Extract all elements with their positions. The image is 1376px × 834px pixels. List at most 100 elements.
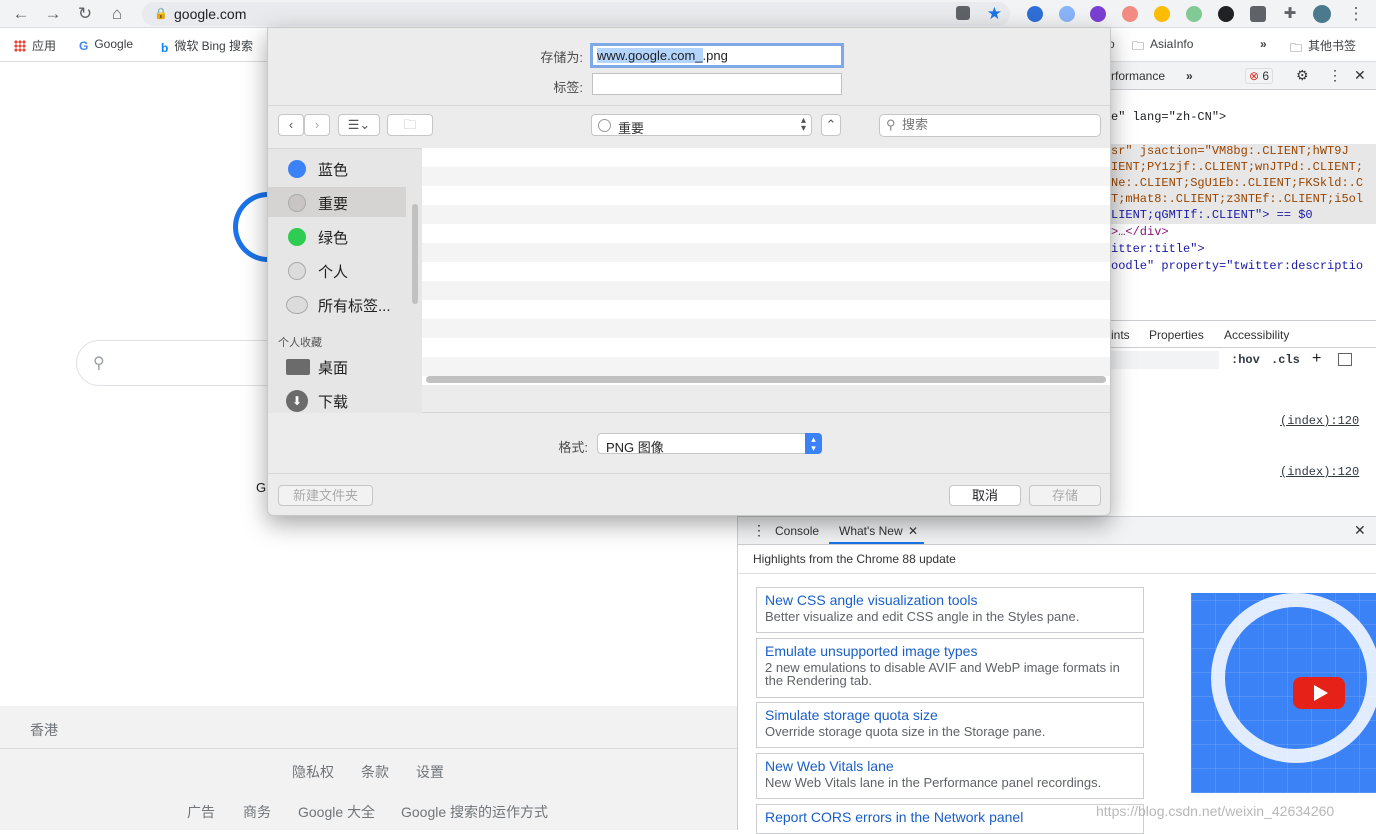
collapse-button[interactable]: ⌃ bbox=[821, 114, 841, 136]
extension-vue-icon[interactable] bbox=[1027, 6, 1043, 22]
dom-node-line[interactable]: oodle" property="twitter:descriptio bbox=[1111, 259, 1363, 275]
save-button[interactable]: 存储 bbox=[1029, 485, 1101, 506]
bookmark-bing[interactable]: b 微软 Bing 搜索 bbox=[161, 37, 253, 55]
bookmark-asiainfo[interactable]: 🗀 AsiaInfo bbox=[1132, 37, 1193, 58]
save-as-field[interactable]: www.google.com_.png bbox=[590, 43, 844, 68]
sidebar-item-downloads[interactable]: ⬇ 下载 bbox=[268, 385, 406, 415]
dom-node-line[interactable]: e" lang="zh-CN"> bbox=[1111, 110, 1226, 126]
dom-node-line[interactable]: itter:title"> bbox=[1111, 242, 1205, 258]
bookmark-other[interactable]: 🗀 其他书签 bbox=[1290, 37, 1356, 60]
new-style-rule-button[interactable]: + bbox=[1312, 350, 1321, 368]
sidebar-item-desktop[interactable]: 桌面 bbox=[268, 351, 406, 381]
dom-node-line[interactable]: >…</div> bbox=[1111, 225, 1169, 241]
url-text[interactable]: google.com bbox=[174, 6, 246, 22]
tab-accessibility[interactable]: Accessibility bbox=[1224, 328, 1289, 342]
extension-icon[interactable] bbox=[1218, 6, 1234, 22]
search-input[interactable]: ⚲ bbox=[76, 340, 296, 386]
view-mode-button[interactable]: ☰⌄ bbox=[338, 114, 380, 136]
new-folder-button[interactable]: 新建文件夹 bbox=[278, 485, 373, 506]
dom-node-line[interactable]: IENT;PY1zjf:.CLIENT;wnJTPd:.CLIENT; bbox=[1111, 160, 1376, 176]
sidebar-scrollbar[interactable] bbox=[412, 204, 418, 304]
toggle-sidebar-icon[interactable] bbox=[1338, 353, 1352, 366]
sidebar-item-personal[interactable]: 个人 bbox=[268, 255, 406, 285]
file-list[interactable] bbox=[422, 148, 1110, 385]
style-source-link[interactable]: (index):120 bbox=[1280, 414, 1359, 428]
extension-icon[interactable] bbox=[1250, 6, 1266, 22]
feature-card[interactable]: New CSS angle visualization tools Better… bbox=[756, 587, 1144, 633]
extension-icon[interactable] bbox=[1122, 6, 1138, 22]
format-select[interactable]: PNG 图像 ▴ ▾ bbox=[597, 433, 822, 455]
settings-gear-icon[interactable]: ⚙ bbox=[1296, 67, 1309, 84]
divider bbox=[738, 573, 1376, 574]
forward-nav-button[interactable]: › bbox=[304, 114, 330, 136]
tab-console[interactable]: Console bbox=[775, 524, 819, 538]
extension-icon[interactable] bbox=[1154, 6, 1170, 22]
close-drawer-icon[interactable]: ✕ bbox=[1354, 522, 1366, 539]
feature-title[interactable]: Emulate unsupported image types bbox=[765, 643, 1135, 659]
tab-whats-new[interactable]: What's New bbox=[839, 524, 903, 538]
tab-performance[interactable]: rformance bbox=[1111, 69, 1165, 83]
sidebar-item-important[interactable]: 重要 bbox=[268, 187, 406, 217]
forward-arrow-icon[interactable]: → bbox=[43, 4, 63, 24]
more-tabs-button[interactable]: » bbox=[1186, 69, 1193, 83]
sidebar-item-label: 蓝色 bbox=[318, 162, 349, 179]
dom-node-line[interactable]: sr" jsaction="VM8bg:.CLIENT;hWT9J bbox=[1111, 144, 1376, 160]
footer-link-settings[interactable]: 设置 bbox=[416, 762, 444, 782]
puzzle-extensions-icon[interactable]: ✚ bbox=[1280, 4, 1300, 24]
footer-link-ads[interactable]: 广告 bbox=[187, 802, 215, 822]
feature-card[interactable]: New Web Vitals lane New Web Vitals lane … bbox=[756, 753, 1144, 799]
feature-card[interactable]: Emulate unsupported image types 2 new em… bbox=[756, 638, 1144, 698]
feature-title[interactable]: Simulate storage quota size bbox=[765, 707, 1135, 723]
footer-link-how-search-works[interactable]: Google 搜索的运作方式 bbox=[401, 802, 548, 822]
reload-icon[interactable]: ↻ bbox=[75, 4, 95, 24]
dom-node-line[interactable]: Ne:.CLIENT;SgU1Eb:.CLIENT;FKSkld:.C bbox=[1111, 176, 1376, 192]
bookmarks-overflow[interactable]: » bbox=[1260, 37, 1267, 51]
feature-title[interactable]: New CSS angle visualization tools bbox=[765, 592, 1135, 608]
style-source-link[interactable]: (index):120 bbox=[1280, 465, 1359, 479]
footer-link-terms[interactable]: 条款 bbox=[361, 762, 389, 782]
kebab-menu-icon[interactable]: ⋮ bbox=[1328, 67, 1342, 84]
search-field[interactable]: ⚲ bbox=[879, 114, 1101, 137]
blocked-popup-icon[interactable] bbox=[956, 6, 970, 20]
search-input[interactable] bbox=[902, 117, 1092, 132]
sidebar-item-all-tags[interactable]: 所有标签... bbox=[268, 289, 406, 319]
file-list-scrollbar[interactable] bbox=[426, 376, 1106, 383]
extension-icon[interactable] bbox=[1059, 6, 1075, 22]
close-tab-icon[interactable]: ✕ bbox=[908, 524, 918, 538]
drawer-menu-icon[interactable]: ⋮ bbox=[752, 522, 766, 539]
address-bar[interactable]: 🔒 google.com ★ bbox=[142, 2, 1010, 26]
feature-card[interactable]: Simulate storage quota size Override sto… bbox=[756, 702, 1144, 748]
tab-properties[interactable]: Properties bbox=[1149, 328, 1204, 342]
feature-title[interactable]: Report CORS errors in the Network panel bbox=[765, 809, 1135, 825]
cls-toggle[interactable]: .cls bbox=[1271, 353, 1300, 367]
video-thumbnail[interactable] bbox=[1191, 593, 1376, 793]
filter-input[interactable] bbox=[1111, 351, 1219, 369]
avatar[interactable] bbox=[1313, 5, 1331, 23]
back-nav-button[interactable]: ‹ bbox=[278, 114, 304, 136]
bookmark-star-icon[interactable]: ★ bbox=[987, 4, 1002, 24]
menu-kebab-icon[interactable]: ⋮ bbox=[1346, 4, 1366, 24]
home-icon[interactable]: ⌂ bbox=[107, 4, 127, 24]
extension-icon[interactable] bbox=[1186, 6, 1202, 22]
footer-link-about[interactable]: Google 大全 bbox=[298, 802, 375, 822]
close-icon[interactable]: ✕ bbox=[1354, 67, 1366, 84]
dom-node-line[interactable]: LIENT;qGMTIf:.CLIENT"> == $0 bbox=[1111, 208, 1376, 224]
location-select[interactable]: 重要 ▴ ▾ bbox=[591, 114, 812, 136]
footer-link-privacy[interactable]: 隐私权 bbox=[292, 762, 334, 782]
cancel-button[interactable]: 取消 bbox=[949, 485, 1021, 506]
sidebar-item-blue[interactable]: 蓝色 bbox=[268, 153, 406, 183]
back-arrow-icon[interactable]: ← bbox=[11, 4, 31, 24]
tags-field[interactable] bbox=[592, 73, 842, 95]
extension-icon[interactable] bbox=[1090, 6, 1106, 22]
dom-node-line[interactable]: T;mHat8:.CLIENT;z3NTEf:.CLIENT;i5ol bbox=[1111, 192, 1376, 208]
hov-toggle[interactable]: :hov bbox=[1231, 353, 1260, 367]
feature-title[interactable]: New Web Vitals lane bbox=[765, 758, 1135, 774]
bookmark-google[interactable]: G Google bbox=[79, 37, 133, 53]
sidebar-item-green[interactable]: 绿色 bbox=[268, 221, 406, 251]
tab-event-listeners[interactable]: ints bbox=[1111, 328, 1130, 342]
footer-link-business[interactable]: 商务 bbox=[243, 802, 271, 822]
bookmark-apps[interactable]: 应用 bbox=[14, 37, 56, 54]
play-icon[interactable] bbox=[1293, 677, 1345, 709]
new-folder-icon-button[interactable]: 🗀 bbox=[387, 114, 433, 136]
error-badge[interactable]: ⊗ 6 bbox=[1245, 68, 1274, 84]
